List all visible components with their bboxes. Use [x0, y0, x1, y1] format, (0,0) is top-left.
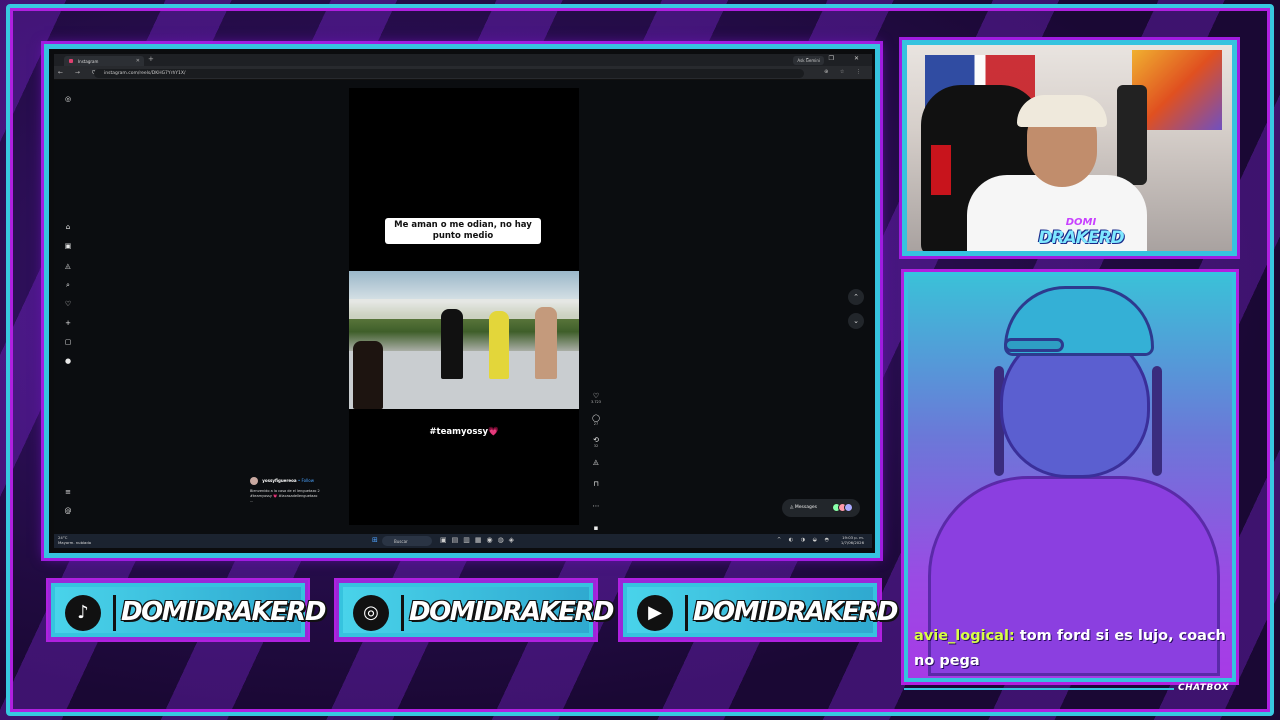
next-reel-button[interactable]: ⌄: [848, 313, 864, 329]
save-icon[interactable]: ⊓: [589, 480, 603, 502]
dashboard-icon[interactable]: ▢: [63, 337, 73, 347]
more-icon[interactable]: ⋯: [589, 502, 603, 524]
weather-desc: Mayorm. nublado: [58, 539, 92, 545]
divider: [685, 595, 688, 631]
youtube-handle: DOMIDRAKERD: [693, 597, 898, 627]
follow-button[interactable]: • Follow: [298, 478, 314, 483]
tiktok-icon: ♪: [65, 595, 101, 631]
logo-line2: DRAKERD: [1038, 228, 1124, 248]
messages-button[interactable]: ◬ Messages: [782, 499, 860, 517]
weather-widget[interactable]: 24°C Mayorm. nublado: [58, 535, 92, 545]
screen-capture-panel: Instagram ✕ + Ask Gemini – ❐ ✕ ← → ⟳ ins…: [44, 44, 880, 558]
instagram-favicon-icon: [69, 59, 73, 63]
video-person: [353, 341, 383, 409]
instagram-icon: ◎: [353, 595, 389, 631]
microphone: [1117, 85, 1147, 185]
clock-date: 1/7/06/2026: [840, 539, 864, 545]
threads-icon[interactable]: @: [63, 506, 73, 516]
new-tab-button[interactable]: +: [148, 55, 154, 63]
browser-toolbar: ← → ⟳ instagram.com/reels/DKHG7YrhY1X/ ⊕…: [54, 66, 872, 80]
home-icon[interactable]: ⌂: [63, 222, 73, 232]
audio-thumbnail[interactable]: ▪: [589, 524, 603, 534]
create-icon[interactable]: +: [63, 318, 73, 328]
like-count: 3.723: [590, 400, 602, 404]
comment-count: 27: [593, 422, 599, 426]
more-link[interactable]: ...: [250, 499, 340, 504]
taskbar-clock[interactable]: 19:03 p. m. 1/7/06/2026: [840, 535, 864, 545]
reel-author-info: yossyfiguereoa • Follow Bienvenido a la …: [250, 477, 340, 504]
window-controls[interactable]: – ❐ ✕: [806, 55, 868, 62]
avatar-dreadlock: [1152, 366, 1162, 476]
search-icon[interactable]: ⌕: [63, 280, 73, 290]
profile-icon[interactable]: ●: [63, 356, 73, 366]
reel-player[interactable]: Me aman o me odian, no hay punto medio #…: [349, 88, 579, 525]
repost-button[interactable]: ⟲ 32: [589, 436, 603, 458]
heart-icon[interactable]: ♡: [63, 299, 73, 309]
browser-tab[interactable]: Instagram ✕: [64, 56, 144, 66]
divider: [401, 595, 404, 631]
explore-icon[interactable]: ◬: [63, 261, 73, 271]
browser-tabbar: Instagram ✕ + Ask Gemini – ❐ ✕: [54, 54, 872, 66]
reel-caption: Me aman o me odian, no hay punto medio: [385, 218, 541, 244]
chat-message: avie_logical: tom ford si es lujo, coach…: [914, 624, 1230, 674]
tab-title: Instagram: [78, 59, 99, 64]
video-person: [535, 307, 557, 379]
divider: [113, 595, 116, 631]
social-instagram-panel: ◎ DOMIDRAKERD: [336, 580, 614, 640]
avatar-illustration-brim: [1004, 338, 1064, 352]
chatbox-label: CHATBOX: [1178, 683, 1230, 693]
message-avatars: [832, 503, 855, 513]
webcam-panel: DOMI DRAKERD: [902, 40, 1237, 256]
tiktok-handle: DOMIDRAKERD: [121, 597, 326, 627]
instagram-handle: DOMIDRAKERD: [409, 597, 614, 627]
social-tiktok-panel: ♪ DOMIDRAKERD: [48, 580, 326, 640]
instagram-logo-icon[interactable]: ◎: [63, 94, 73, 104]
close-tab-icon[interactable]: ✕: [136, 58, 140, 64]
comment-button[interactable]: ◯ 27: [589, 414, 603, 436]
windows-taskbar: 24°C Mayorm. nublado ⊞ Buscar ▣▤▥▦◉◍◈ ^ …: [54, 534, 872, 548]
system-tray-icons[interactable]: ^ ◐ ◑ ◒ ◓: [777, 537, 832, 543]
taskbar-search[interactable]: Buscar: [382, 536, 432, 546]
video-person: [441, 309, 463, 379]
taskbar-pinned-apps[interactable]: ▣▤▥▦◉◍◈: [440, 536, 519, 544]
reel-actions: ♡ 3.723 ◯ 27 ⟲ 32 ◬ ⊓ ⋯ ▪: [589, 392, 603, 534]
video-person: [489, 311, 509, 379]
chat-username: avie_logical:: [914, 628, 1015, 644]
chatbox-divider: [904, 688, 1174, 690]
reel-hashtag: #teamyossy💗: [429, 427, 499, 437]
menu-icon[interactable]: ≡: [63, 487, 73, 497]
reels-icon[interactable]: ▣: [63, 241, 73, 251]
browser-window: Instagram ✕ + Ask Gemini – ❐ ✕ ← → ⟳ ins…: [54, 54, 872, 534]
social-youtube-panel: ▶ DOMIDRAKERD: [620, 580, 898, 640]
instagram-page: ◎ ⌂ ▣ ◬ ⌕ ♡ + ▢ ● ≡ @ Me aman o me odian…: [54, 80, 872, 534]
messages-label: Messages: [794, 505, 817, 510]
start-icon[interactable]: ⊞: [372, 536, 382, 544]
share-icon[interactable]: ◬: [589, 458, 603, 480]
toolbar-icons[interactable]: ⊕ ☆ ⋮: [824, 69, 866, 75]
chatbox-panel: avie_logical: tom ford si es lujo, coach…: [904, 272, 1236, 682]
youtube-icon: ▶: [637, 595, 673, 631]
like-button[interactable]: ♡ 3.723: [589, 392, 603, 414]
reel-video[interactable]: [349, 271, 579, 409]
logo-line1: DOMI: [1065, 217, 1097, 228]
previous-reel-button[interactable]: ⌃: [848, 289, 864, 305]
channel-logo: DOMI DRAKERD: [1035, 217, 1127, 251]
author-avatar[interactable]: [250, 477, 258, 485]
streamer-cap: [1017, 95, 1107, 127]
author-username[interactable]: yossyfiguereoa: [262, 478, 296, 483]
address-bar[interactable]: instagram.com/reels/DKHG7YrhY1X/: [94, 69, 804, 78]
repost-count: 32: [593, 444, 599, 448]
